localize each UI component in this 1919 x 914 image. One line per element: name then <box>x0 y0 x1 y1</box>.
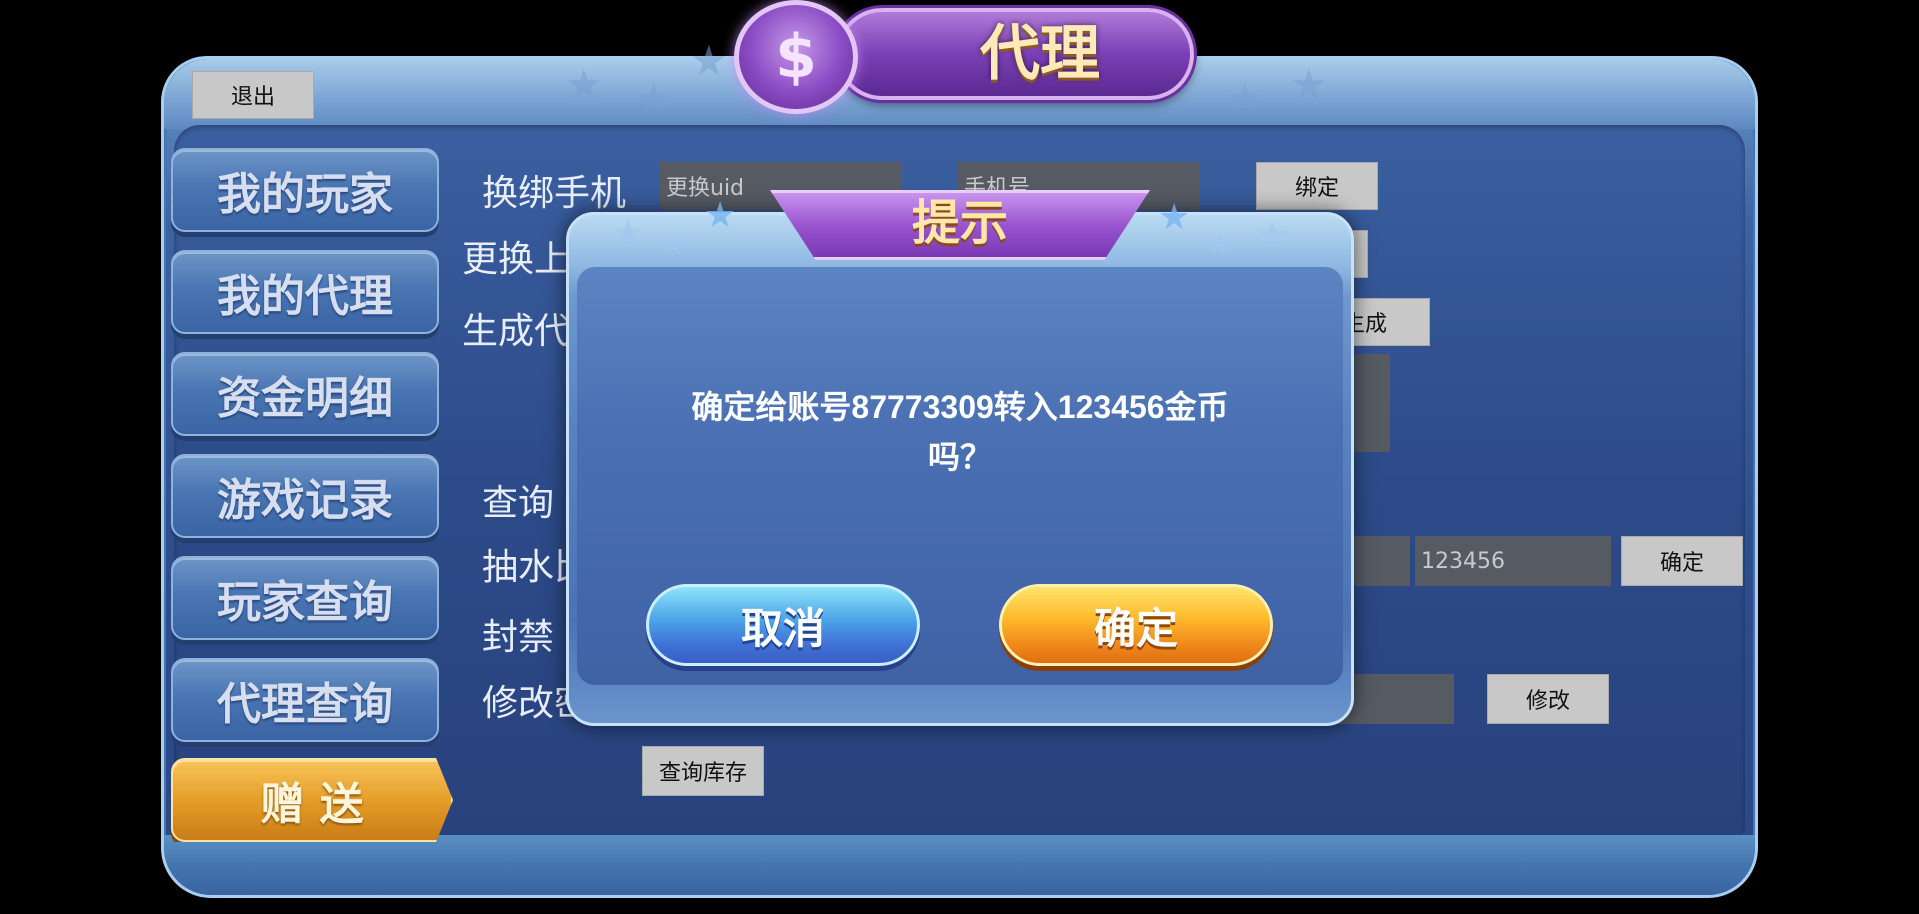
generate-agent-label: 生成代 <box>462 311 571 352</box>
sidebar-item-my-players[interactable]: 我的玩家 <box>171 148 439 232</box>
amount-field[interactable]: 123456 <box>1415 536 1611 586</box>
panel-bottom-bar <box>164 835 1755 895</box>
star-icon: ★ <box>565 60 603 109</box>
sidebar-item-agent-query[interactable]: 代理查询 <box>171 658 439 742</box>
star-icon: ★ <box>660 227 687 262</box>
star-icon: ★ <box>690 36 728 85</box>
change-superior-label: 更换上 <box>462 239 571 280</box>
sidebar-item-gift[interactable]: 赠 送 <box>171 758 453 842</box>
star-icon: ★ <box>1206 227 1233 262</box>
page-title: 代理 <box>980 19 1100 89</box>
query-stock-button[interactable]: 查询库存 <box>642 746 764 796</box>
dialog-message-line2: 吗？ <box>927 439 992 475</box>
sidebar-item-my-agents[interactable]: 我的代理 <box>171 250 439 334</box>
dialog-title: 提示 <box>911 195 1008 251</box>
star-icon: ★ <box>1290 60 1328 109</box>
dialog-message-line1: 确定给账号87773309转入123456金币 <box>691 389 1229 425</box>
star-icon: ★ <box>704 195 737 236</box>
cancel-button[interactable]: 取消 <box>646 584 920 666</box>
star-icon: ★ <box>635 74 673 123</box>
dollar-coin-icon: $ <box>734 0 858 114</box>
rebind-phone-label: 换绑手机 <box>482 173 627 214</box>
ok-button[interactable]: 确定 <box>999 584 1273 666</box>
bind-button[interactable]: 绑定 <box>1256 162 1378 210</box>
modify-button[interactable]: 修改 <box>1487 674 1609 724</box>
star-icon: ★ <box>612 213 645 254</box>
star-icon: ★ <box>1158 197 1191 238</box>
dialog-message: 确定给账号87773309转入123456金币 吗？ <box>640 382 1280 482</box>
transfer-confirm-button[interactable]: 确定 <box>1621 536 1743 586</box>
query-label: 查询 <box>482 483 555 524</box>
star-icon: ★ <box>1256 215 1289 256</box>
sidebar-item-game-records[interactable]: 游戏记录 <box>171 454 439 538</box>
sidebar-item-fund-details[interactable]: 资金明细 <box>171 352 439 436</box>
sidebar-item-player-query[interactable]: 玩家查询 <box>171 556 439 640</box>
star-icon: ★ <box>1226 74 1264 123</box>
exit-button[interactable]: 退出 <box>192 71 314 119</box>
ban-label: 封禁 <box>482 617 555 658</box>
